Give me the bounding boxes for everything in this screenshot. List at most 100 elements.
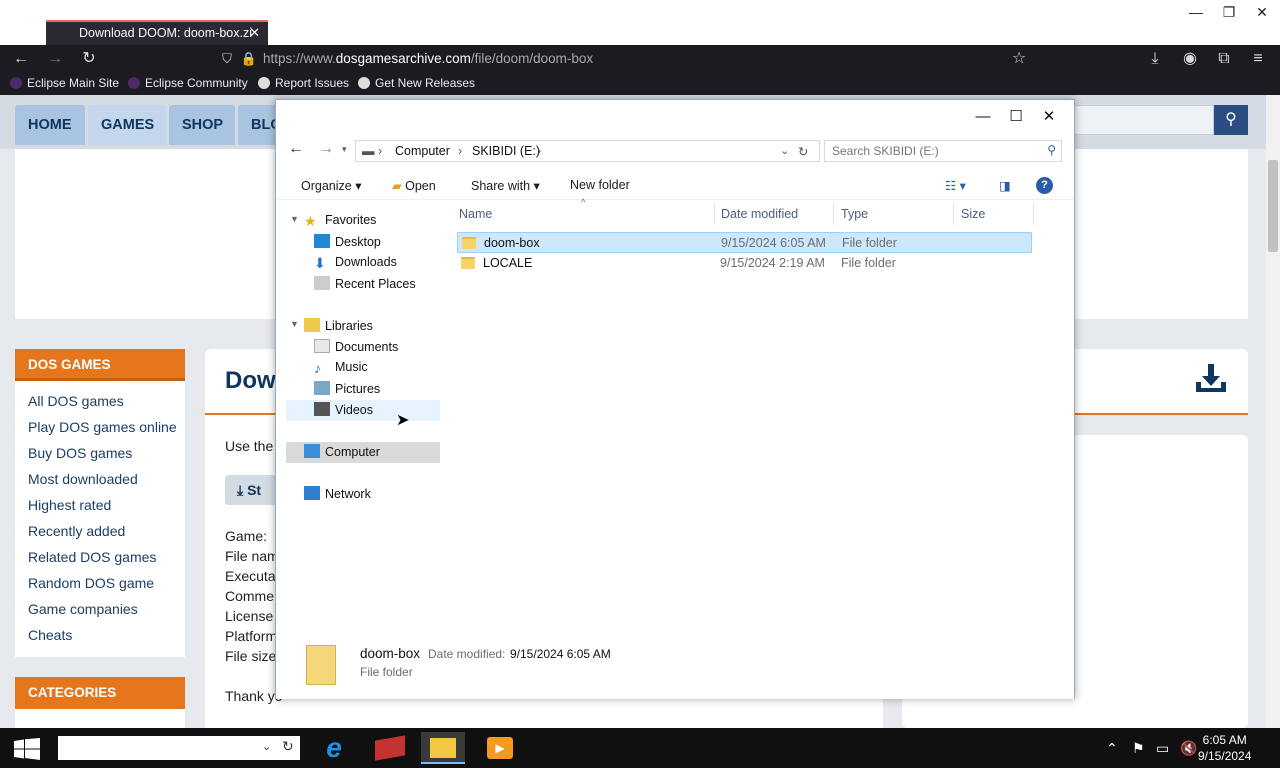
- expand-libraries-icon[interactable]: ▼: [290, 319, 299, 329]
- details-date: 9/15/2024 6:05 AM: [510, 647, 611, 661]
- file-type: File folder: [841, 256, 896, 270]
- recent-dropdown-icon[interactable]: ▾: [342, 144, 347, 155]
- breadcrumb-drive[interactable]: SKIBIDI (E:): [472, 144, 540, 158]
- clock-date: 9/15/2024: [1198, 749, 1252, 763]
- internet-explorer-icon[interactable]: e: [312, 732, 356, 764]
- explorer-minimize-icon[interactable]: —: [969, 106, 997, 128]
- red-app-icon[interactable]: [368, 732, 412, 764]
- flag-icon[interactable]: ⚑: [1132, 740, 1145, 757]
- start-icon[interactable]: [14, 738, 40, 760]
- tree-libraries[interactable]: Libraries: [304, 318, 373, 333]
- open-button[interactable]: ▰ Open: [392, 178, 436, 193]
- file-explorer-taskbar-icon[interactable]: [421, 732, 465, 764]
- nav-games[interactable]: GAMES: [88, 105, 166, 145]
- column-separator[interactable]: [1033, 203, 1034, 225]
- nav-shop[interactable]: SHOP: [169, 105, 235, 145]
- network-icon[interactable]: ▭: [1156, 740, 1169, 757]
- share-with-button[interactable]: Share with ▾: [471, 178, 540, 193]
- close-icon[interactable]: ✕: [1251, 4, 1273, 22]
- explorer-back-icon[interactable]: ←: [288, 140, 304, 158]
- refresh-icon[interactable]: ↻: [798, 144, 808, 159]
- documents-icon: [314, 339, 330, 353]
- sidebar-item[interactable]: Highest rated: [28, 497, 111, 513]
- tree-recent-places[interactable]: Recent Places: [314, 276, 416, 291]
- bookmark-get-releases[interactable]: Get New Releases: [358, 76, 475, 90]
- sidebar-item[interactable]: All DOS games: [28, 393, 124, 409]
- mouse-cursor-icon: ➤: [396, 412, 410, 429]
- tree-documents[interactable]: Documents: [314, 339, 398, 354]
- url-bar[interactable]: https://www.dosgamesarchive.com/file/doo…: [263, 51, 593, 66]
- lock-icon[interactable]: 🔒: [238, 49, 260, 69]
- tree-downloads[interactable]: ⬇ Downloads: [314, 255, 397, 271]
- bookmark-report-issues[interactable]: Report Issues: [258, 76, 349, 90]
- tree-favorites[interactable]: ★ Favorites: [304, 213, 376, 229]
- column-type[interactable]: Type: [841, 207, 868, 221]
- browser-navbar: ← → ↻ ⛉ 🔒 https://www.dosgamesarchive.co…: [0, 45, 1280, 73]
- bookmark-eclipse-main[interactable]: Eclipse Main Site: [10, 76, 119, 90]
- categories-list: [15, 709, 185, 728]
- sidebar-item[interactable]: Related DOS games: [28, 549, 156, 565]
- tree-computer[interactable]: Computer: [304, 444, 380, 459]
- organize-button[interactable]: Organize ▾: [301, 178, 361, 193]
- taskbar-search-input[interactable]: ⌄ ↻: [58, 736, 300, 760]
- menu-icon[interactable]: ≡: [1247, 49, 1269, 69]
- column-size[interactable]: Size: [961, 207, 985, 221]
- file-row[interactable]: doom-box 9/15/2024 6:05 AM File folder: [457, 232, 1032, 253]
- column-date[interactable]: Date modified: [721, 207, 798, 221]
- expand-favorites-icon[interactable]: ▼: [290, 214, 299, 224]
- column-separator[interactable]: [714, 203, 715, 225]
- address-bar[interactable]: ▬ › Computer › SKIBIDI (E:) › ⌄ ↻: [355, 140, 820, 162]
- bookmark-star-icon[interactable]: ☆: [1008, 49, 1030, 69]
- sidebar-item[interactable]: Most downloaded: [28, 471, 138, 487]
- downloads-icon[interactable]: ⤓: [1144, 49, 1166, 69]
- browser-tab[interactable]: Download DOOM: doom-box.zi ✕: [46, 20, 268, 45]
- back-icon[interactable]: ←: [10, 49, 32, 69]
- scrollbar-thumb[interactable]: [1268, 160, 1278, 252]
- explorer-search-input[interactable]: Search SKIBIDI (E:) ⚲: [824, 140, 1062, 162]
- tree-pictures[interactable]: Pictures: [314, 381, 380, 396]
- help-icon[interactable]: ?: [1036, 177, 1053, 194]
- categories-title: CATEGORIES: [15, 677, 185, 709]
- view-options-icon[interactable]: ☷ ▾: [945, 178, 966, 193]
- tree-desktop[interactable]: Desktop: [314, 234, 381, 249]
- column-name[interactable]: Name: [459, 207, 492, 221]
- extensions-icon[interactable]: ⧉: [1213, 49, 1235, 69]
- download-icon[interactable]: [1193, 360, 1229, 396]
- search-icon[interactable]: ⚲: [1214, 105, 1248, 135]
- sidebar-item[interactable]: Random DOS game: [28, 575, 154, 591]
- tree-music[interactable]: ♪ Music: [314, 360, 368, 376]
- column-separator[interactable]: [953, 203, 954, 225]
- shield-icon[interactable]: ⛉: [216, 49, 238, 69]
- sidebar-item[interactable]: Cheats: [28, 627, 72, 643]
- downloads-icon: ⬇: [314, 255, 326, 271]
- restore-icon[interactable]: ❐: [1218, 4, 1240, 22]
- sidebar-item[interactable]: Game companies: [28, 601, 138, 617]
- sidebar-item[interactable]: Recently added: [28, 523, 125, 539]
- site-search-input[interactable]: [1070, 105, 1214, 135]
- chevron-down-icon[interactable]: ⌄: [780, 144, 789, 157]
- body-text: Use the: [225, 438, 274, 454]
- sidebar-item[interactable]: Buy DOS games: [28, 445, 132, 461]
- tab-close-icon[interactable]: ✕: [249, 25, 260, 41]
- show-hidden-icons-icon[interactable]: ⌃: [1106, 740, 1118, 757]
- column-separator[interactable]: [833, 203, 834, 225]
- account-icon[interactable]: ◉: [1179, 49, 1201, 69]
- minimize-icon[interactable]: —: [1185, 4, 1207, 22]
- explorer-maximize-icon[interactable]: ☐: [1002, 106, 1030, 128]
- tree-videos[interactable]: Videos: [314, 402, 373, 417]
- clock[interactable]: 6:05 AM 9/15/2024: [1198, 732, 1251, 764]
- sidebar-item[interactable]: Play DOS games online: [28, 419, 177, 435]
- explorer-forward-icon[interactable]: →: [318, 140, 334, 158]
- volume-muted-icon[interactable]: 🔇: [1180, 740, 1197, 757]
- preview-pane-icon[interactable]: ◨: [999, 178, 1011, 193]
- breadcrumb-computer[interactable]: Computer: [395, 144, 450, 158]
- forward-icon[interactable]: →: [44, 49, 66, 69]
- new-folder-button[interactable]: New folder: [570, 178, 630, 192]
- nav-home[interactable]: HOME: [15, 105, 85, 145]
- explorer-close-icon[interactable]: ✕: [1035, 106, 1063, 128]
- file-row[interactable]: LOCALE 9/15/2024 2:19 AM File folder: [457, 253, 1032, 274]
- bookmark-eclipse-community[interactable]: Eclipse Community: [128, 76, 248, 90]
- tree-network[interactable]: Network: [304, 486, 371, 501]
- reload-icon[interactable]: ↻: [78, 49, 100, 69]
- media-player-icon[interactable]: ▶: [478, 732, 522, 764]
